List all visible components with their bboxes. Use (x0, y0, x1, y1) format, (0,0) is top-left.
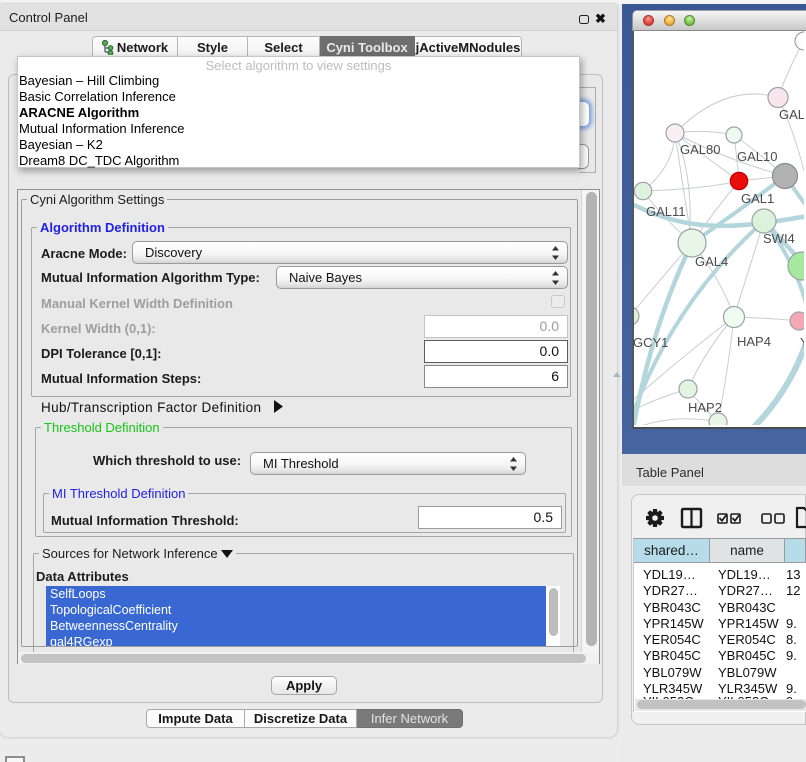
svg-text:GAL11: GAL11 (646, 204, 686, 219)
svg-text:GAL4: GAL4 (695, 254, 728, 269)
svg-text:GAL1: GAL1 (741, 191, 774, 206)
svg-text:SWI4: SWI4 (763, 231, 795, 246)
svg-text:HAP2: HAP2 (688, 400, 722, 415)
svg-text:GAL7: GAL7 (779, 107, 804, 122)
svg-text:Y: Y (800, 335, 804, 350)
svg-text:GAL80: GAL80 (680, 142, 720, 157)
svg-text:HAP4: HAP4 (737, 334, 771, 349)
svg-text:GCY1: GCY1 (634, 335, 668, 350)
svg-text:GAL10: GAL10 (737, 149, 777, 164)
